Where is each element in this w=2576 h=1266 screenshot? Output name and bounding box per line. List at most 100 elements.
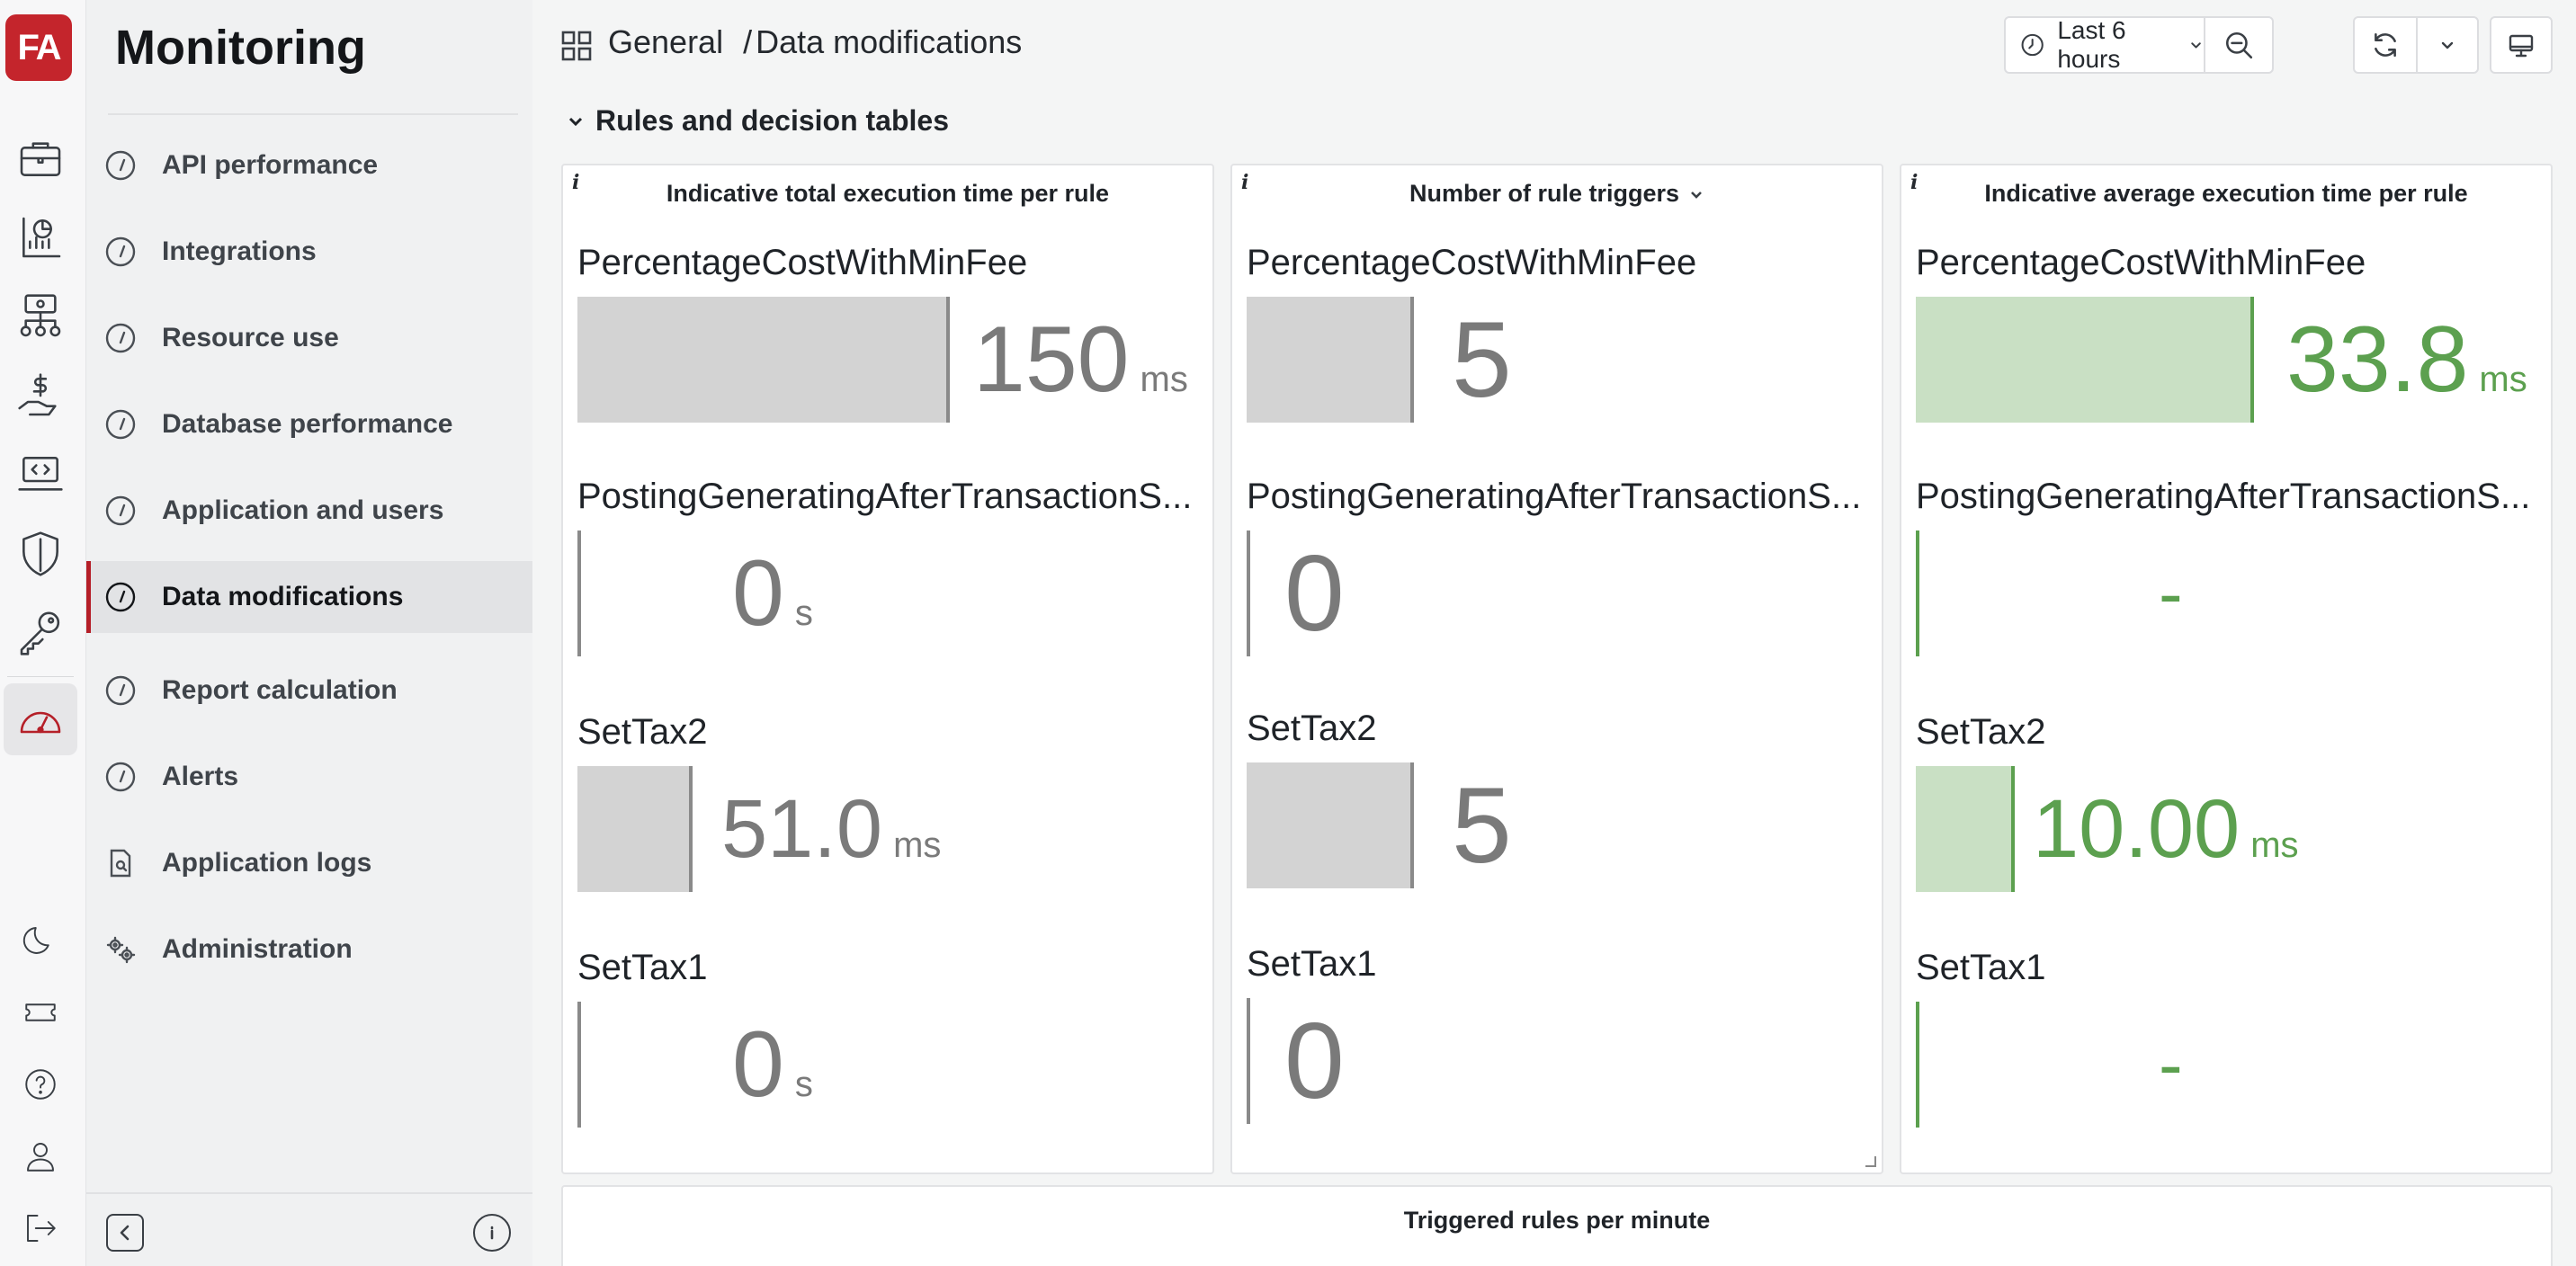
nav-item-report-calculation[interactable]: Report calculation xyxy=(86,655,532,727)
stat-value: - xyxy=(2159,1002,2183,1128)
nav-item-application-logs[interactable]: Application logs xyxy=(86,827,532,899)
resize-handle[interactable] xyxy=(1865,1156,1876,1167)
nav-item-administration[interactable]: Administration xyxy=(86,914,532,985)
breadcrumb-root[interactable]: General xyxy=(608,23,723,61)
nav-item-data-modifications[interactable]: Data modifications xyxy=(86,561,532,633)
stat-bar xyxy=(1247,530,1250,656)
stat-name: SetTax1 xyxy=(577,948,708,987)
stat-value: 10.00 ms xyxy=(2033,766,2299,892)
nav-item-integrations[interactable]: Integrations xyxy=(86,216,532,288)
stat-bar xyxy=(1916,1002,1919,1128)
nav-item-database-performance[interactable]: Database performance xyxy=(86,388,532,460)
stat-number: 5 xyxy=(1452,299,1512,420)
stat-value: 5 xyxy=(1452,297,1512,423)
gauge-icon xyxy=(104,149,137,182)
ticket-icon[interactable] xyxy=(4,976,77,1048)
stat-unit: ms xyxy=(893,825,942,865)
stat-item: SetTax1 0 xyxy=(1247,944,1867,1169)
panel-average-execution-time: i Indicative average execution time per … xyxy=(1900,164,2553,1174)
dashboards-grid-icon[interactable] xyxy=(561,31,592,61)
nav-item-resource-use[interactable]: Resource use xyxy=(86,302,532,374)
stat-number: 5 xyxy=(1452,765,1512,886)
chevron-down-icon xyxy=(2441,41,2454,49)
user-icon[interactable] xyxy=(4,1120,77,1192)
stat-name: PostingGeneratingAfterTransactionS... xyxy=(577,477,1193,516)
stat-item: SetTax1 0 s xyxy=(577,948,1198,1172)
key-icon[interactable] xyxy=(4,597,77,669)
nav-item-label: Application logs xyxy=(162,848,372,878)
refresh-button[interactable] xyxy=(2355,18,2418,72)
row-toggle-rules-and-decision-tables[interactable]: Rules and decision tables xyxy=(567,104,949,138)
panel-title[interactable]: Number of rule triggers xyxy=(1232,180,1882,208)
reports-chart-icon[interactable] xyxy=(4,201,77,273)
stat-number: 33.8 xyxy=(2286,308,2469,412)
row-title: Rules and decision tables xyxy=(595,104,949,137)
panel-title[interactable]: Indicative average execution time per ru… xyxy=(1901,180,2551,208)
refresh-interval-dropdown[interactable] xyxy=(2418,18,2477,72)
stat-name: SetTax1 xyxy=(1916,948,2046,987)
stat-value: 5 xyxy=(1452,762,1512,888)
nav-item-label: Data modifications xyxy=(162,582,404,611)
nav-item-label: Report calculation xyxy=(162,675,398,705)
stat-number: 150 xyxy=(973,308,1130,412)
tv-mode-button[interactable] xyxy=(2491,18,2551,72)
help-icon[interactable] xyxy=(4,1048,77,1120)
nav-item-label: Alerts xyxy=(162,762,239,791)
stat-number: 51.0 xyxy=(721,783,883,875)
time-range-picker[interactable]: Last 6 hours xyxy=(2006,16,2205,73)
shield-icon[interactable] xyxy=(4,518,77,590)
stat-number: - xyxy=(2159,1024,2183,1104)
panel-title[interactable]: Triggered rules per minute xyxy=(563,1207,2551,1235)
gauge-icon xyxy=(104,674,137,707)
stat-unit: s xyxy=(794,1065,813,1104)
stat-unit: ms xyxy=(2479,360,2527,399)
stat-unit: ms xyxy=(2250,825,2299,865)
clock-icon xyxy=(2021,33,2044,57)
collapse-sidebar-icon[interactable] xyxy=(106,1214,144,1252)
refresh-icon xyxy=(2375,33,2396,57)
nav-item-alerts[interactable]: Alerts xyxy=(86,741,532,813)
stat-item: PostingGeneratingAfterTransactionS... 0 … xyxy=(577,477,1198,701)
stat-item: SetTax2 5 xyxy=(1247,709,1867,933)
stat-value: 0 s xyxy=(732,1002,813,1128)
stat-item: PostingGeneratingAfterTransactionS... - xyxy=(1916,477,2536,701)
stat-bar xyxy=(1916,766,2015,892)
panel-title-text: Number of rule triggers xyxy=(1409,180,1680,207)
stat-item: SetTax2 51.0 ms xyxy=(577,712,1198,937)
stat-bar xyxy=(577,1002,581,1128)
money-hand-icon[interactable] xyxy=(4,360,77,432)
org-structure-icon[interactable] xyxy=(4,281,77,352)
info-icon[interactable] xyxy=(473,1214,511,1252)
stat-bar xyxy=(1247,762,1414,888)
nav-item-application-and-users[interactable]: Application and users xyxy=(86,475,532,547)
stat-name: SetTax2 xyxy=(577,712,708,752)
panel-title-text: Indicative average execution time per ru… xyxy=(1984,180,2468,207)
chevron-down-icon xyxy=(568,117,583,126)
stat-value: 51.0 ms xyxy=(721,766,941,892)
panel-title[interactable]: Indicative total execution time per rule xyxy=(563,180,1212,208)
nav-item-api-performance[interactable]: API performance xyxy=(86,129,532,201)
chevron-down-icon xyxy=(2191,42,2201,49)
stat-item: PostingGeneratingAfterTransactionS... 0 xyxy=(1247,477,1867,701)
stat-item: PercentageCostWithMinFee 5 xyxy=(1247,243,1867,468)
panel-title-text: Indicative total execution time per rule xyxy=(666,180,1110,207)
monitor-icon xyxy=(2509,34,2534,58)
app-logo[interactable]: FA xyxy=(5,14,72,81)
refresh-group xyxy=(2353,16,2479,74)
dark-mode-moon-icon[interactable] xyxy=(4,905,77,976)
stat-number: 0 xyxy=(1284,1001,1345,1121)
gauge-icon xyxy=(104,581,137,613)
log-search-icon xyxy=(104,847,137,879)
stat-bar xyxy=(577,297,950,423)
stat-number: 0 xyxy=(732,541,784,646)
logout-icon[interactable] xyxy=(4,1192,77,1264)
zoom-out-icon xyxy=(2225,31,2253,59)
stat-value: 0 xyxy=(1284,530,1345,656)
briefcase-icon[interactable] xyxy=(4,122,77,194)
stat-name: PercentageCostWithMinFee xyxy=(577,243,1028,282)
chevron-down-icon xyxy=(1691,191,1702,199)
code-laptop-icon[interactable] xyxy=(4,439,77,511)
monitoring-gauge-icon[interactable] xyxy=(4,683,77,755)
zoom-out-button[interactable] xyxy=(2205,18,2272,72)
gauge-icon xyxy=(104,408,137,441)
